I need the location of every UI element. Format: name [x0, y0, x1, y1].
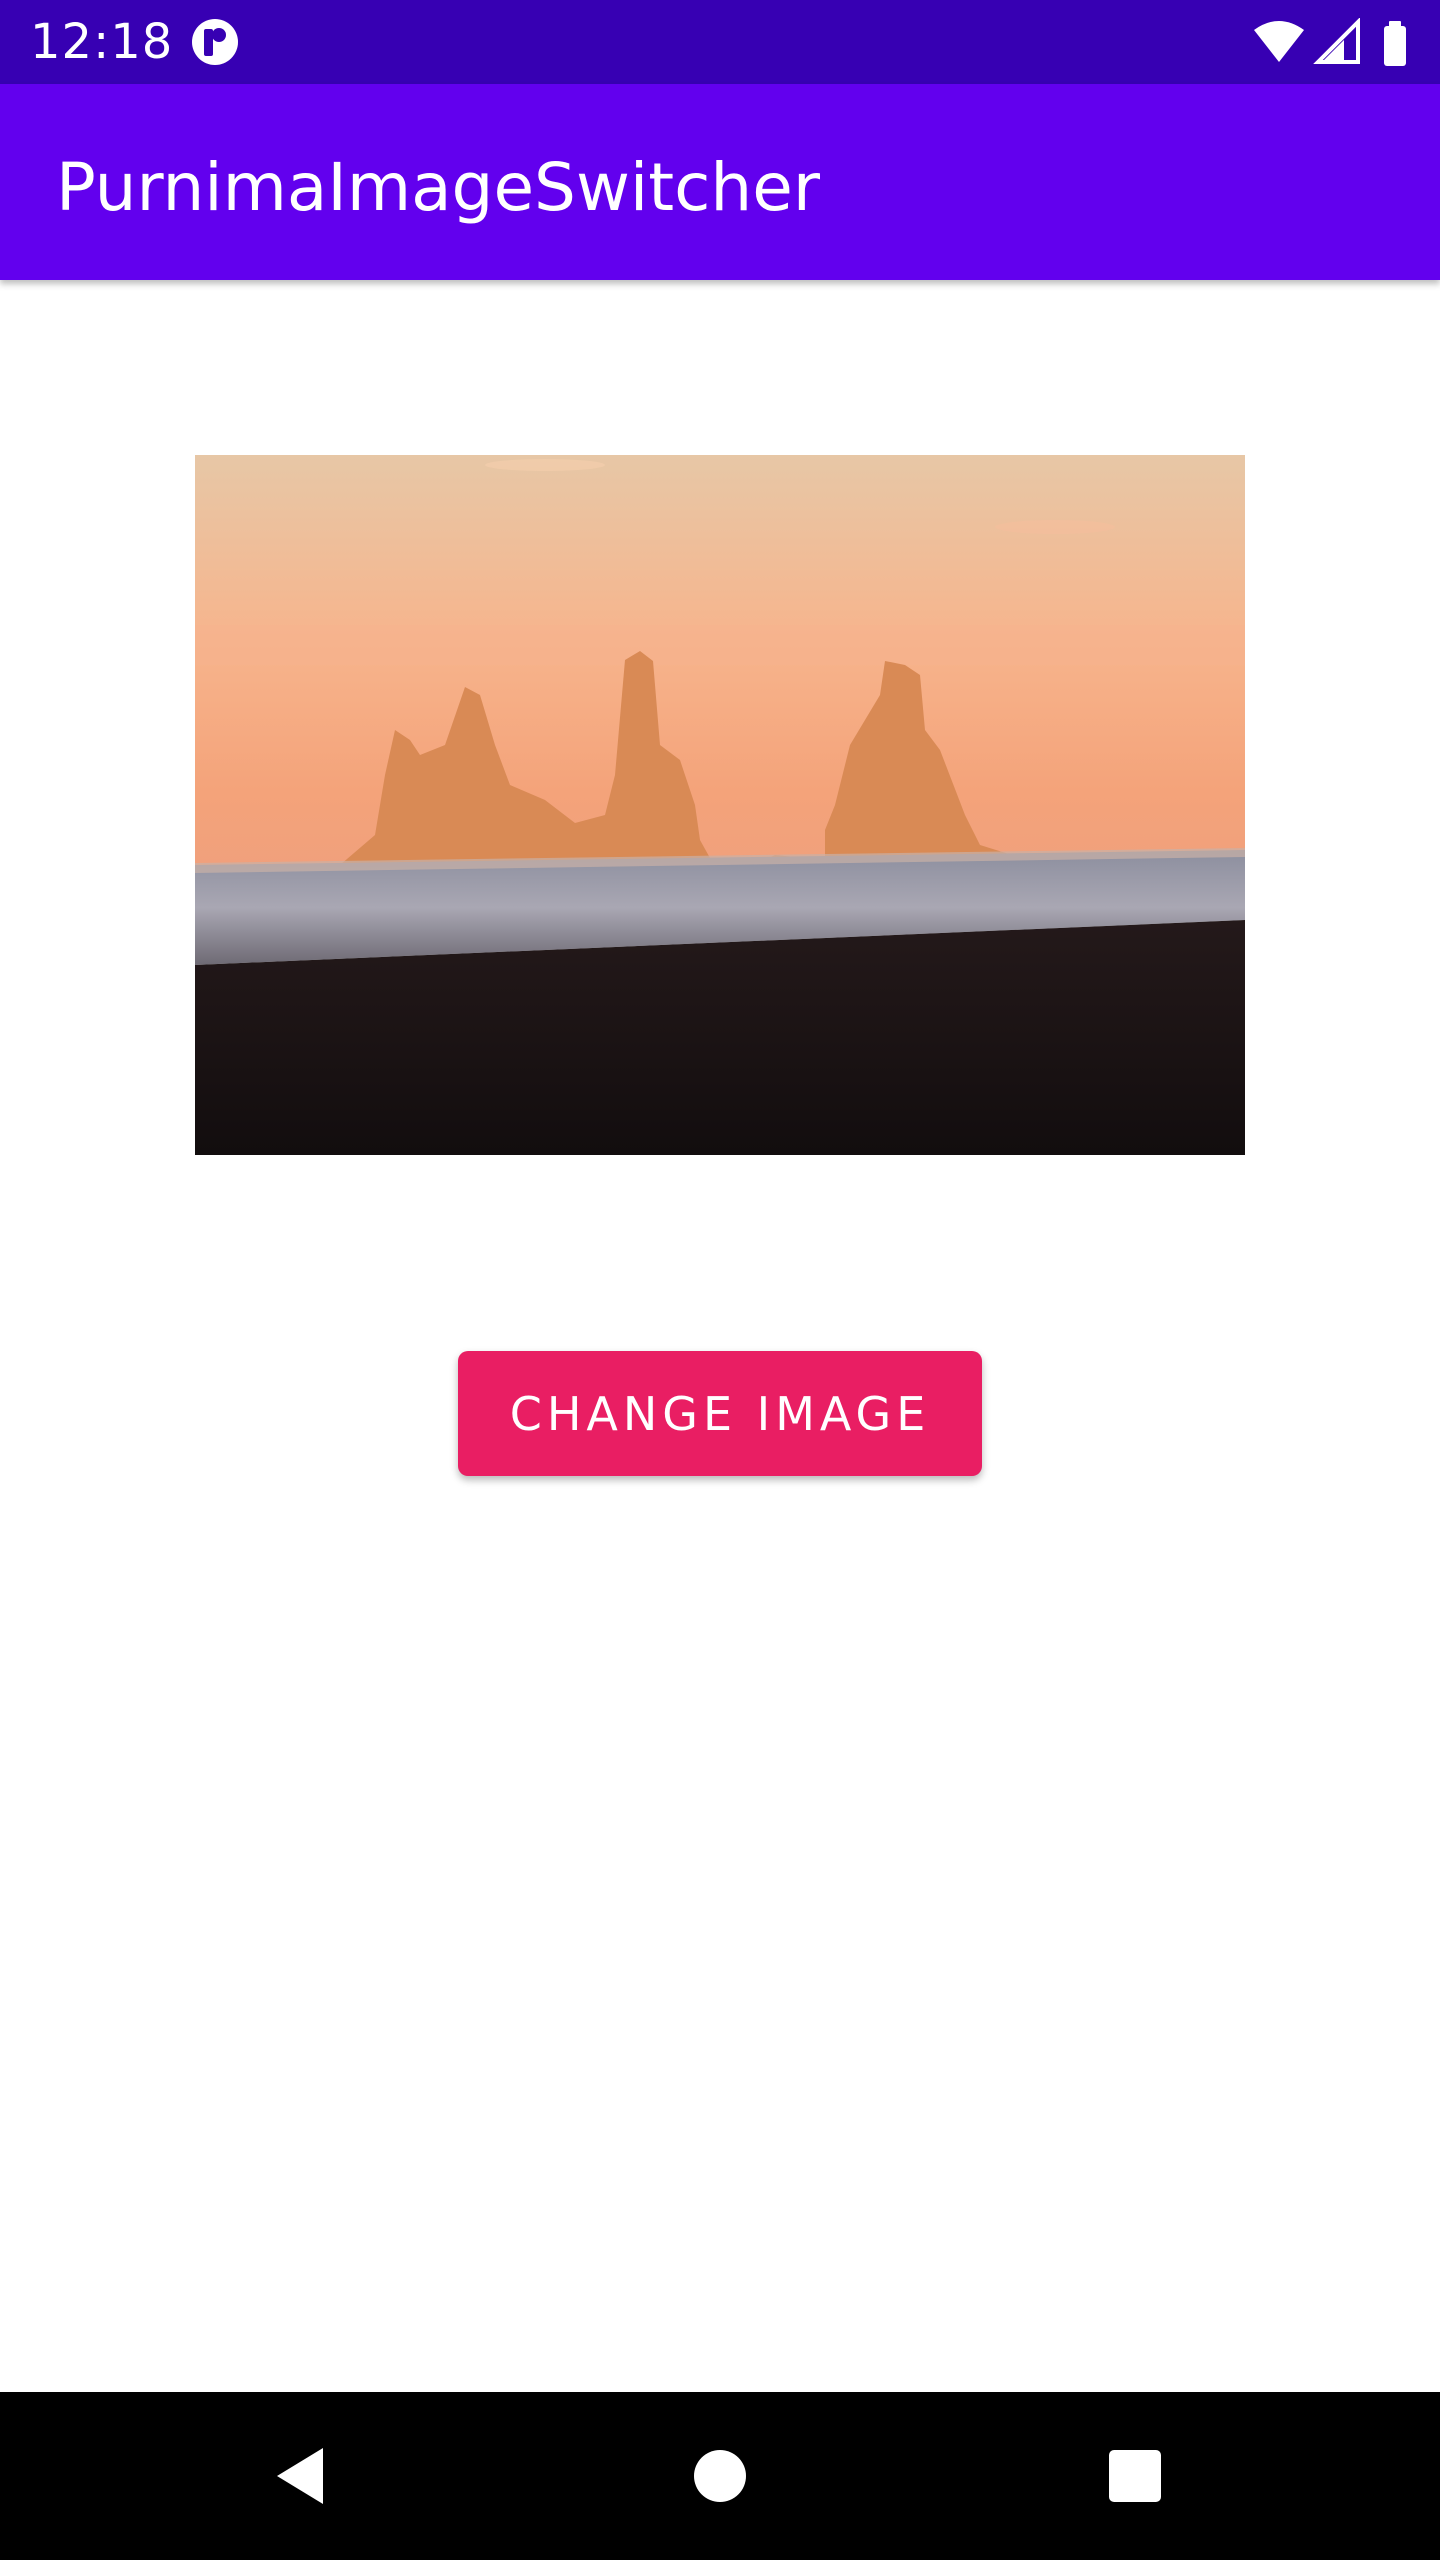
navigation-bar: [0, 2392, 1440, 2560]
wifi-icon: [1254, 21, 1304, 62]
status-bar: 12:18: [0, 0, 1440, 84]
notification-app-icon: [190, 17, 240, 67]
signal-icon: [1313, 17, 1360, 64]
status-icons: [1252, 17, 1412, 66]
battery-icon: [1384, 21, 1406, 66]
app-bar: PurnimaImageSwitcher: [0, 84, 1440, 280]
switcher-image: [195, 455, 1245, 1155]
recents-icon[interactable]: [1055, 2392, 1215, 2560]
app-title: PurnimaImageSwitcher: [56, 149, 820, 226]
status-time: 12:18: [30, 14, 174, 70]
home-icon[interactable]: [640, 2392, 800, 2560]
back-icon[interactable]: [221, 2392, 381, 2560]
change-image-button[interactable]: CHANGE IMAGE: [458, 1351, 982, 1476]
